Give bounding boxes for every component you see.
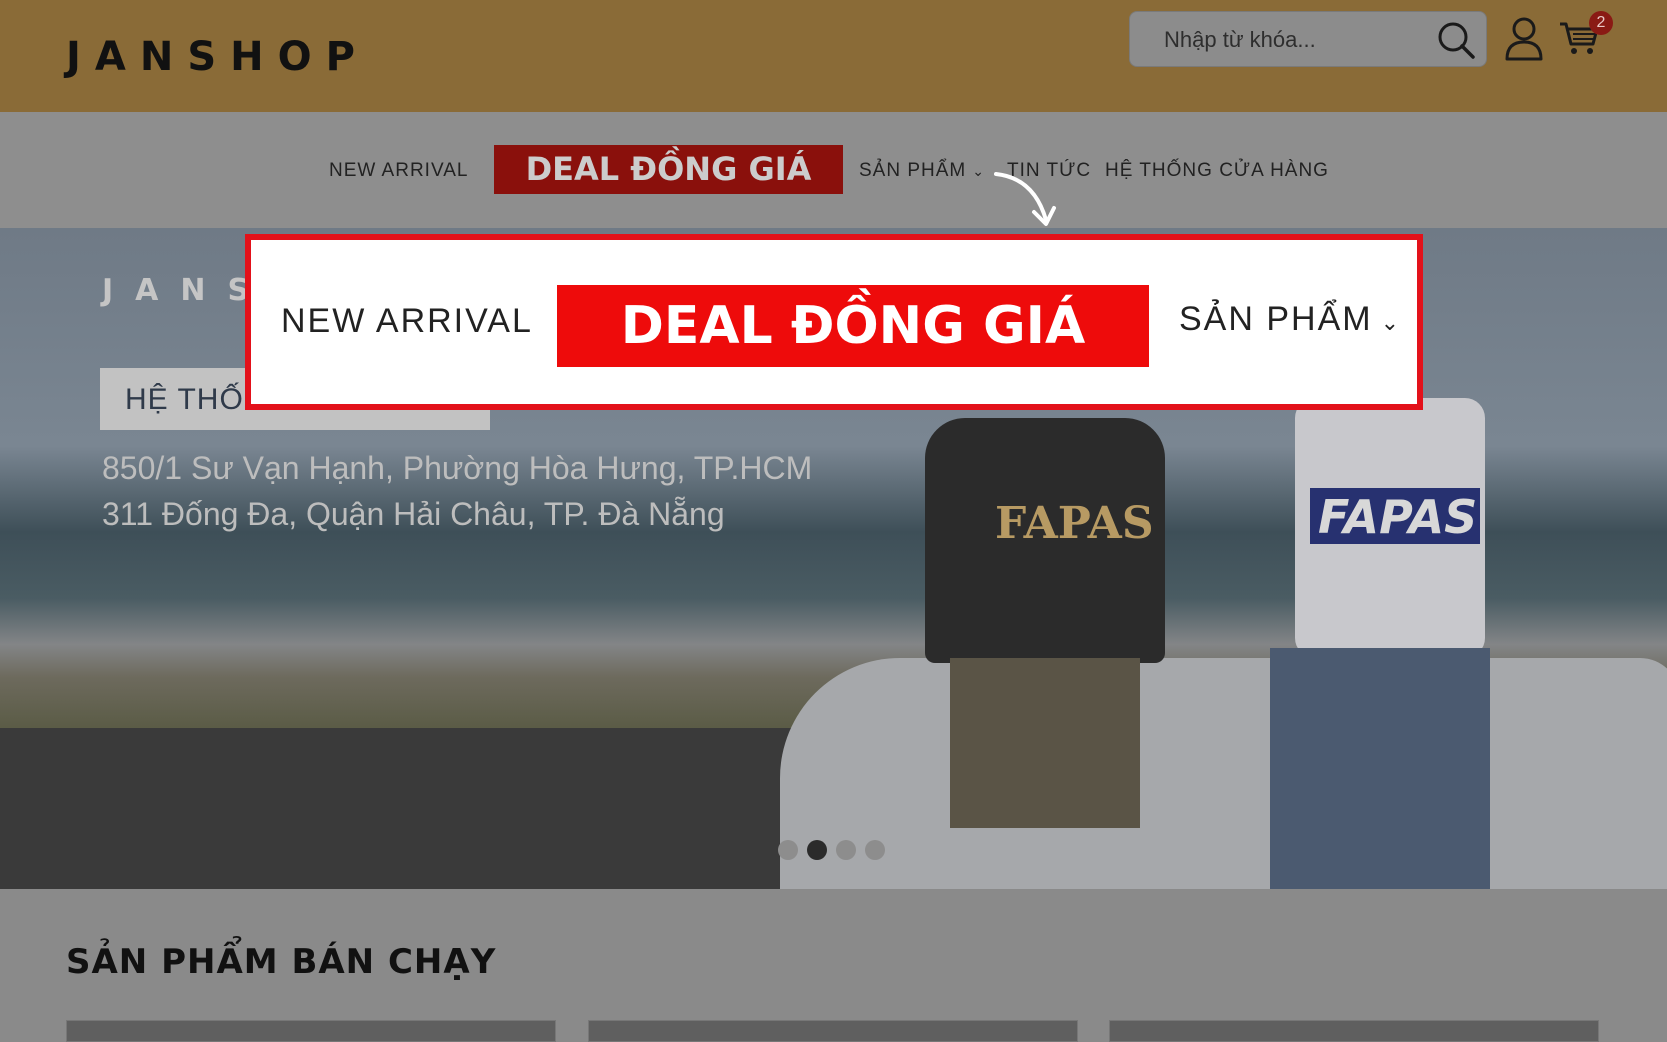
chevron-down-icon: ⌄ xyxy=(1380,310,1402,335)
nav-item-new-arrival[interactable]: NEW ARRIVAL xyxy=(329,160,468,182)
callout-new-arrival[interactable]: NEW ARRIVAL xyxy=(281,302,533,341)
callout-san-pham[interactable]: SẢN PHẨM ⌄ xyxy=(1179,300,1401,339)
nav-item-label: SẢN PHẨM xyxy=(859,160,967,181)
slider-dot[interactable] xyxy=(836,840,856,860)
hero-address-1: 850/1 Sư Vạn Hạnh, Phường Hòa Hưng, TP.H… xyxy=(102,450,813,486)
model-2-jeans xyxy=(1270,648,1490,889)
nav-item-deal-dong-gia[interactable]: DEAL ĐỒNG GIÁ xyxy=(494,145,843,194)
search-box xyxy=(1129,11,1487,67)
search-icon[interactable] xyxy=(1436,20,1476,60)
shirt-logo-1: FAPAS xyxy=(995,498,1154,549)
nav-item-he-thong-cua-hang[interactable]: HỆ THỐNG CỬA HÀNG xyxy=(1105,160,1329,182)
road-shape xyxy=(0,728,900,889)
callout-arrow-icon xyxy=(994,172,1056,226)
callout-deal-dong-gia[interactable]: DEAL ĐỒNG GIÁ xyxy=(557,285,1149,367)
product-card[interactable] xyxy=(588,1020,1078,1042)
shirt-logo-2: FAPAS xyxy=(1318,490,1478,544)
product-card[interactable] xyxy=(66,1020,556,1042)
slider-dot[interactable] xyxy=(778,840,798,860)
hero-label-text: HỆ THỐ xyxy=(125,383,244,416)
hero-address-2: 311 Đống Đa, Quận Hải Châu, TP. Đà Nẵng xyxy=(102,496,725,532)
slider-dot-active[interactable] xyxy=(807,840,827,860)
cart-count-badge: 2 xyxy=(1589,11,1613,35)
section-title: SẢN PHẨM BÁN CHẠY xyxy=(66,942,497,982)
search-input[interactable] xyxy=(1164,26,1424,54)
callout-san-pham-label: SẢN PHẨM xyxy=(1179,300,1373,338)
site-logo[interactable]: JANSHOP xyxy=(66,34,369,80)
car-shape xyxy=(780,658,1667,889)
chevron-down-icon: ⌄ xyxy=(972,163,985,179)
nav-item-san-pham[interactable]: SẢN PHẨM ⌄ xyxy=(859,160,985,182)
main-nav: NEW ARRIVAL DEAL ĐỒNG GIÁ SẢN PHẨM ⌄ TIN … xyxy=(0,112,1667,228)
site-header: JANSHOP 2 xyxy=(0,0,1667,112)
account-icon[interactable] xyxy=(1504,16,1544,62)
model-1-shorts xyxy=(950,658,1140,828)
product-card[interactable] xyxy=(1109,1020,1599,1042)
slider-dot[interactable] xyxy=(865,840,885,860)
zoom-callout: NEW ARRIVAL DEAL ĐỒNG GIÁ SẢN PHẨM ⌄ xyxy=(245,234,1423,410)
